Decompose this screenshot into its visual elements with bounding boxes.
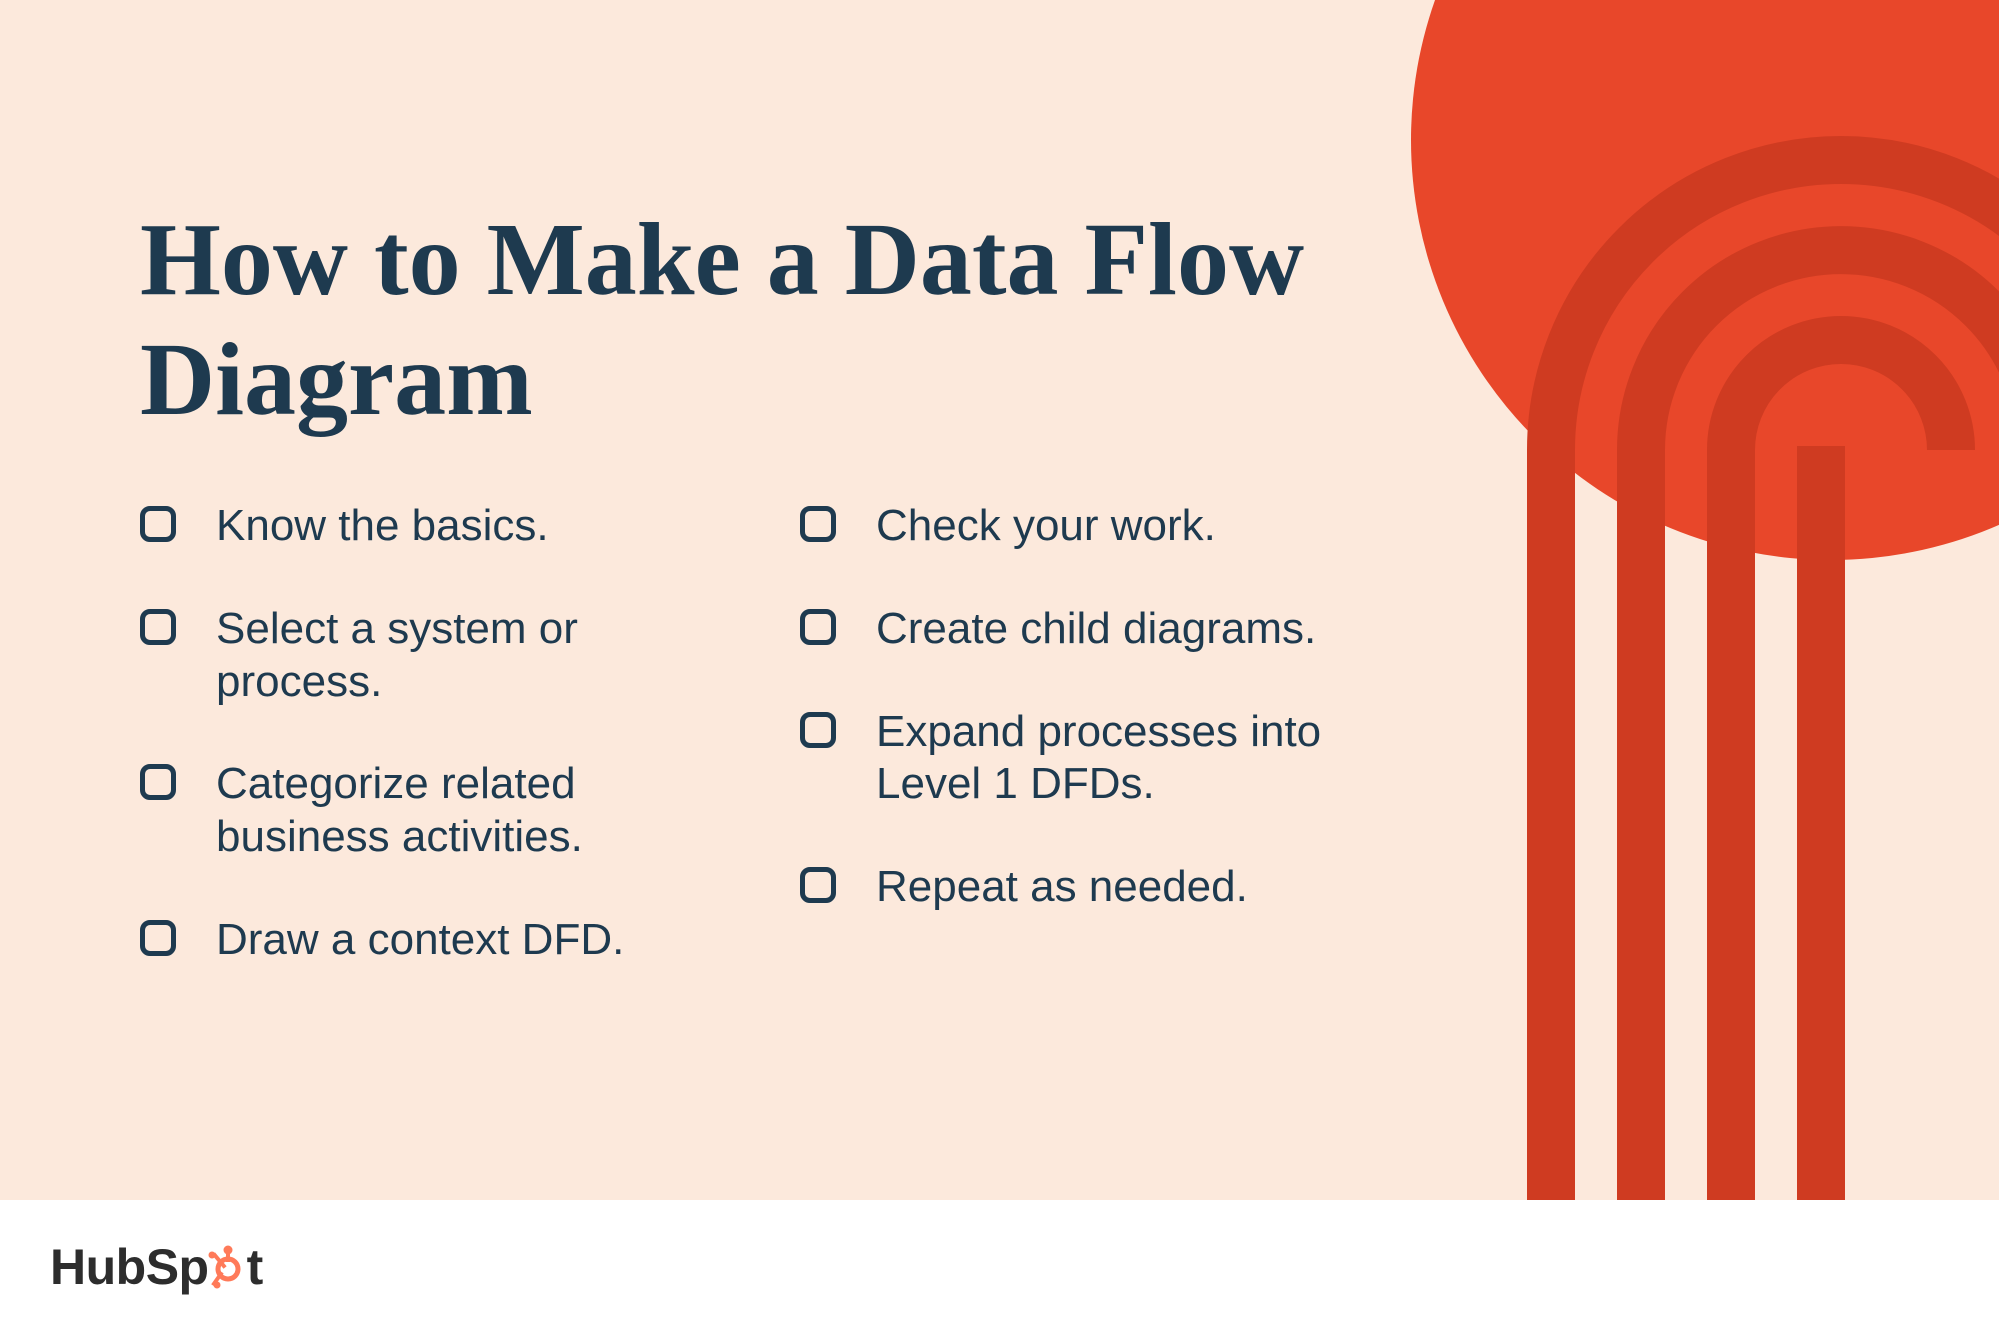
list-item: Draw a context DFD. (140, 914, 740, 967)
checkbox-icon (140, 764, 176, 800)
page-title: How to Make a Data Flow Diagram (140, 200, 1440, 439)
brand-prefix: HubSp (50, 1238, 209, 1296)
list-item: Categorize related business activities. (140, 758, 740, 864)
item-text: Expand processes into Level 1 DFDs. (876, 706, 1356, 812)
list-item: Expand processes into Level 1 DFDs. (800, 706, 1400, 812)
checkbox-icon (800, 506, 836, 542)
list-item: Check your work. (800, 500, 1400, 553)
sprocket-icon (206, 1243, 250, 1287)
checklist: Know the basics. Select a system or proc… (140, 500, 1400, 967)
item-text: Select a system or process. (216, 603, 696, 709)
checkbox-icon (140, 920, 176, 956)
item-text: Draw a context DFD. (216, 914, 624, 967)
checkbox-icon (800, 712, 836, 748)
checkbox-icon (800, 609, 836, 645)
item-text: Know the basics. (216, 500, 549, 553)
brand-logo: HubSp t (50, 1238, 263, 1296)
list-item: Create child diagrams. (800, 603, 1400, 656)
item-text: Categorize related business activities. (216, 758, 696, 864)
checkbox-icon (140, 506, 176, 542)
main-canvas: How to Make a Data Flow Diagram Know the… (0, 0, 1999, 1200)
item-text: Check your work. (876, 500, 1216, 553)
item-text: Create child diagrams. (876, 603, 1316, 656)
checkbox-icon (800, 867, 836, 903)
item-text: Repeat as needed. (876, 861, 1248, 914)
list-item: Select a system or process. (140, 603, 740, 709)
checklist-col-left: Know the basics. Select a system or proc… (140, 500, 740, 967)
footer: HubSp t (0, 1200, 1999, 1333)
checklist-col-right: Check your work. Create child diagrams. … (800, 500, 1400, 967)
list-item: Know the basics. (140, 500, 740, 553)
list-item: Repeat as needed. (800, 861, 1400, 914)
checkbox-icon (140, 609, 176, 645)
